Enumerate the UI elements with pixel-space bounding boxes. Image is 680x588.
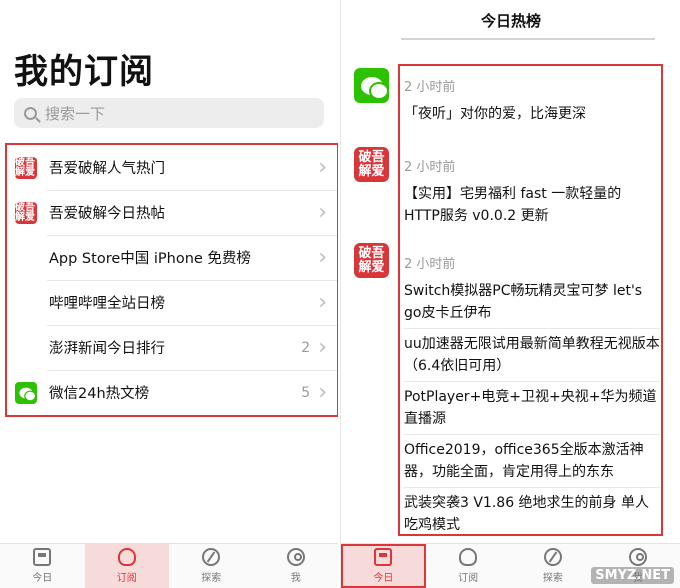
user-icon <box>286 548 305 566</box>
search-placeholder: 搜索一下 <box>45 104 106 123</box>
list-item-count: 5 <box>301 384 311 401</box>
tab-label: 订阅 <box>458 573 479 584</box>
timestamp: 2 小时前 <box>404 257 456 272</box>
headline-link[interactable]: PotPlayer+电竞+卫视+央视+华为频道直播源 <box>404 386 660 430</box>
tab-explore[interactable]: 探索 <box>511 544 596 588</box>
thepaper-icon: 澎湃 <box>15 336 37 359</box>
divider <box>404 487 660 488</box>
watermark: SMYZ.NET <box>591 567 674 584</box>
user-icon <box>628 548 647 566</box>
po-jie-icon: 破吾解爱 <box>15 201 37 224</box>
list-item[interactable]: 微信24h热文榜 5 › <box>7 370 337 415</box>
feed-group: 2 小时前 Switch模拟器PC畅玩精灵宝可梦 let's go皮卡丘伊布 u… <box>404 253 660 536</box>
tab-today[interactable]: 今日 <box>341 544 426 588</box>
po-jie-icon[interactable]: 破吾解爱 <box>354 147 389 182</box>
list-item-count: 2 <box>301 339 311 356</box>
tab-label: 探索 <box>542 573 563 584</box>
headline-link[interactable]: Office2019，office365全版本激活神器，功能全面，肯定用得上的东… <box>404 439 660 483</box>
tab-label: 今日 <box>32 573 53 584</box>
chevron-right-icon: › <box>318 289 327 315</box>
today-hot-screen: 今日热榜 破吾解爱 破吾解爱 2 小时前 「夜听」对你的爱，比海更深 2 小时前… <box>340 0 680 588</box>
tab-label: 探索 <box>201 573 222 584</box>
headline-link[interactable]: 武装突袭3 V1.86 绝地求生的前身 单人吃鸡模式 <box>404 492 660 536</box>
timestamp: 2 小时前 <box>404 80 456 95</box>
tab-today[interactable]: 今日 <box>0 544 85 588</box>
bilibili-icon: ılılıl <box>15 291 37 314</box>
list-item[interactable]: 破吾解爱 吾爱破解今日热帖 › <box>7 190 337 235</box>
tab-subscribe[interactable]: 订阅 <box>426 544 511 588</box>
chevron-right-icon: › <box>318 379 327 405</box>
search-icon <box>24 106 37 120</box>
po-jie-icon: 破吾解爱 <box>15 156 37 179</box>
wechat-icon <box>15 381 37 404</box>
subscriptions-screen: 我的订阅 搜索一下 破吾解爱 吾爱破解人气热门 › 破吾解爱 吾爱破解今日热帖 … <box>0 0 338 588</box>
list-item[interactable]: 澎湃 澎湃新闻今日排行 2 › <box>7 325 337 370</box>
chevron-right-icon: › <box>318 199 327 225</box>
headline-link[interactable]: Switch模拟器PC畅玩精灵宝可梦 let's go皮卡丘伊布 <box>404 280 660 324</box>
list-item[interactable]: 破吾解爱 吾爱破解人气热门 › <box>7 145 337 190</box>
divider <box>404 381 660 382</box>
compass-icon <box>202 548 221 566</box>
tab-label: 我 <box>290 573 301 584</box>
list-item[interactable]: ılılıl 哔哩哔哩全站日榜 › <box>7 280 337 325</box>
nav-title: 今日热榜 <box>480 12 541 30</box>
chevron-right-icon: › <box>318 244 327 270</box>
headline-link[interactable]: uu加速器无限试用最新简单教程无视版本（6.4依旧可用） <box>404 333 660 377</box>
subscription-list: 破吾解爱 吾爱破解人气热门 › 破吾解爱 吾爱破解今日热帖 › ● App St… <box>5 143 338 417</box>
list-item-label: 吾爱破解今日热帖 <box>49 206 165 222</box>
feed-group: 2 小时前 【实用】宅男福利 fast 一款轻量的 HTTP服务 v0.0.2 … <box>404 156 660 227</box>
tab-label: 今日 <box>373 573 394 584</box>
today-icon <box>33 548 52 566</box>
divider <box>404 328 660 329</box>
headline-link[interactable]: 【实用】宅男福利 fast 一款轻量的 HTTP服务 v0.0.2 更新 <box>404 183 660 227</box>
headline-link[interactable]: 「夜听」对你的爱，比海更深 <box>404 103 660 125</box>
wechat-icon[interactable] <box>354 68 389 103</box>
timestamp: 2 小时前 <box>404 160 456 175</box>
search-input[interactable]: 搜索一下 <box>14 98 324 128</box>
chevron-right-icon: › <box>318 334 327 360</box>
feed-group: 2 小时前 「夜听」对你的爱，比海更深 <box>404 76 660 125</box>
tab-me[interactable]: 我 <box>254 544 339 588</box>
today-icon <box>374 548 393 566</box>
tab-label: 订阅 <box>116 573 137 584</box>
tab-bar: 今日 订阅 探索 我 <box>0 543 338 588</box>
list-item-label: 吾爱破解人气热门 <box>49 161 165 177</box>
divider <box>401 38 655 40</box>
list-item-label: 微信24h热文榜 <box>49 386 150 402</box>
bulb-icon <box>459 548 478 566</box>
chevron-right-icon: › <box>318 154 327 180</box>
page-title: 我的订阅 <box>14 52 154 92</box>
list-item-label: App Store中国 iPhone 免费榜 <box>49 251 251 267</box>
tab-subscribe[interactable]: 订阅 <box>84 544 169 588</box>
apple-icon: ● <box>15 246 37 269</box>
bulb-icon <box>117 548 136 566</box>
list-item-label: 澎湃新闻今日排行 <box>49 341 165 357</box>
list-item-label: 哔哩哔哩全站日榜 <box>49 296 165 312</box>
list-item[interactable]: ● App Store中国 iPhone 免费榜 › <box>7 235 337 280</box>
compass-icon <box>543 548 562 566</box>
divider <box>404 434 660 435</box>
tab-explore[interactable]: 探索 <box>169 544 254 588</box>
po-jie-icon[interactable]: 破吾解爱 <box>354 243 389 278</box>
